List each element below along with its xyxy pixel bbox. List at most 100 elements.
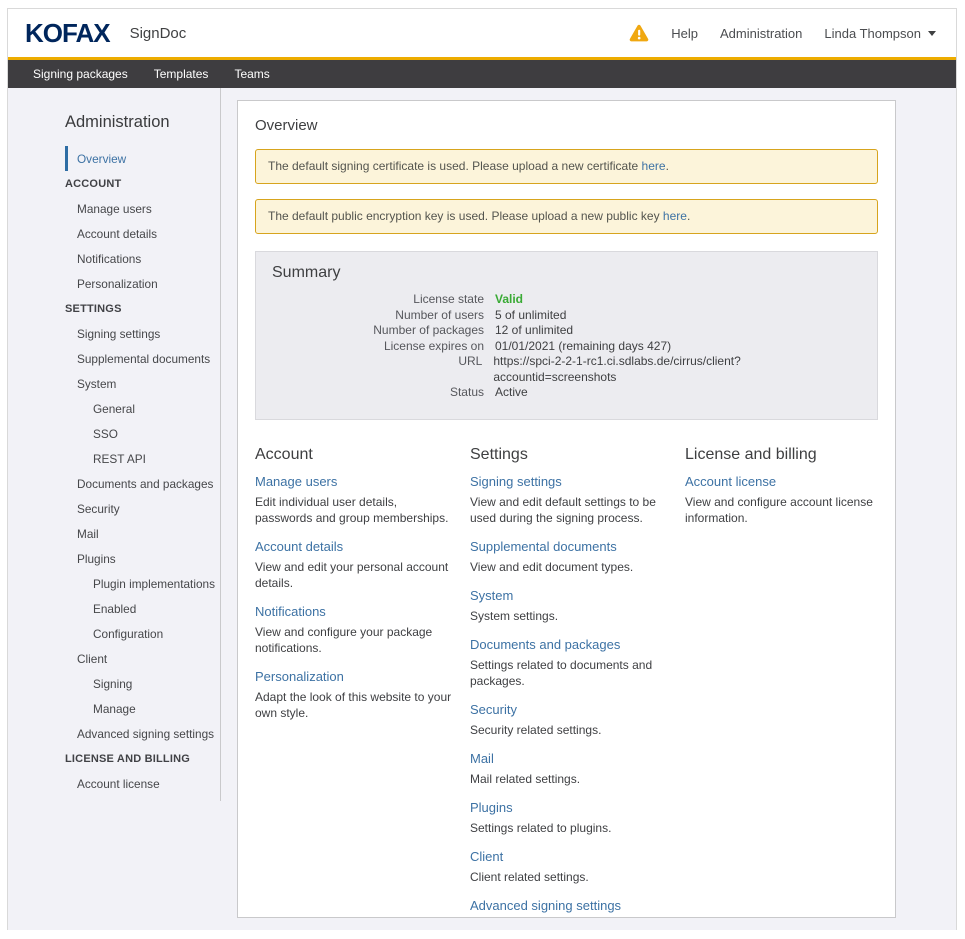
summary-row-number-of-users: Number of users 5 of unlimited xyxy=(272,308,861,324)
link-personalization[interactable]: Personalization xyxy=(255,669,344,684)
nav-item-signing-packages[interactable]: Signing packages xyxy=(20,60,141,88)
sidebar-item-account-license[interactable]: Account license xyxy=(8,771,220,796)
summary-row-license-expires-on: License expires on 01/01/2021 (remaining … xyxy=(272,339,861,355)
sidebar-item-manage[interactable]: Manage xyxy=(8,696,220,721)
link-description: Client related settings. xyxy=(470,869,667,885)
sidebar-item-account-details[interactable]: Account details xyxy=(8,221,220,246)
column-settings: SettingsSigning settingsView and edit de… xyxy=(470,446,667,919)
alert-here-link[interactable]: here xyxy=(642,159,666,173)
sidebar-item-signing[interactable]: Signing xyxy=(8,671,220,696)
link-description: System settings. xyxy=(470,608,667,624)
link-account-license[interactable]: Account license xyxy=(685,474,776,489)
summary-value: 01/01/2021 (remaining days 427) xyxy=(495,339,671,355)
sidebar-item-rest-api[interactable]: REST API xyxy=(8,446,220,471)
page-title: Overview xyxy=(255,117,878,134)
alert-text-suffix: . xyxy=(687,209,690,223)
chevron-down-icon xyxy=(928,31,936,36)
alert-text: The default public encryption key is use… xyxy=(268,209,663,223)
column-title: License and billing xyxy=(685,446,878,464)
link-security[interactable]: Security xyxy=(470,702,517,717)
link-description: Edit individual user details, passwords … xyxy=(255,494,452,526)
link-notifications[interactable]: Notifications xyxy=(255,604,326,619)
nav-item-templates[interactable]: Templates xyxy=(141,60,222,88)
administration-link[interactable]: Administration xyxy=(720,26,802,41)
alert-text-suffix: . xyxy=(666,159,669,173)
sidebar-item-general[interactable]: General xyxy=(8,396,220,421)
page-body: Administration OverviewACCOUNTManage use… xyxy=(8,88,956,930)
link-description: View and edit default settings to be use… xyxy=(470,494,667,526)
link-description: View and configure account license infor… xyxy=(685,494,878,526)
link-client[interactable]: Client xyxy=(470,849,503,864)
alert-text: The default signing certificate is used.… xyxy=(268,159,642,173)
sidebar-item-mail[interactable]: Mail xyxy=(8,521,220,546)
link-advanced-signing-settings[interactable]: Advanced signing settings xyxy=(470,898,621,913)
link-description: Security related settings. xyxy=(470,722,667,738)
sidebar-section-account: ACCOUNT xyxy=(8,171,220,196)
alert-here-link[interactable]: here xyxy=(663,209,687,223)
alert-banner-2: The default public encryption key is use… xyxy=(255,199,878,234)
link-description: Settings related to documents and packag… xyxy=(470,657,667,689)
link-manage-users[interactable]: Manage users xyxy=(255,474,337,489)
sidebar-item-enabled[interactable]: Enabled xyxy=(8,596,220,621)
sidebar-item-plugins[interactable]: Plugins xyxy=(8,546,220,571)
link-documents-and-packages[interactable]: Documents and packages xyxy=(470,637,620,652)
link-account-details[interactable]: Account details xyxy=(255,539,343,554)
sidebar-item-signing-settings[interactable]: Signing settings xyxy=(8,321,220,346)
link-mail[interactable]: Mail xyxy=(470,751,494,766)
link-description: Settings related to plugins. xyxy=(470,820,667,836)
header-actions: Help Administration Linda Thompson xyxy=(629,24,936,42)
sidebar-item-security[interactable]: Security xyxy=(8,496,220,521)
sidebar-item-client[interactable]: Client xyxy=(8,646,220,671)
app-title: SignDoc xyxy=(130,25,187,42)
top-header: KOFAX SignDoc Help Administration Linda … xyxy=(8,9,956,57)
sidebar-item-sso[interactable]: SSO xyxy=(8,421,220,446)
nav-item-teams[interactable]: Teams xyxy=(221,60,282,88)
quick-links-columns: Account Manage users Edit individual user … xyxy=(255,446,878,919)
summary-value: 12 of unlimited xyxy=(495,323,573,339)
summary-value: 5 of unlimited xyxy=(495,308,566,324)
sidebar-item-system[interactable]: System xyxy=(8,371,220,396)
link-system[interactable]: System xyxy=(470,588,513,603)
summary-label: URL xyxy=(272,354,482,385)
summary-row-license-state: License state Valid xyxy=(272,292,861,308)
kofax-logo[interactable]: KOFAX xyxy=(25,18,110,49)
summary-label: Number of users xyxy=(272,308,484,324)
link-signing-settings[interactable]: Signing settings xyxy=(470,474,562,489)
column-account: Account Manage users Edit individual user … xyxy=(255,446,452,919)
warning-triangle-icon[interactable] xyxy=(629,24,649,42)
summary-label: Number of packages xyxy=(272,323,484,339)
summary-rows: License state Valid Number of users 5 of un… xyxy=(272,292,861,401)
summary-label: Status xyxy=(272,385,484,401)
summary-label: License expires on xyxy=(272,339,484,355)
summary-value: Active xyxy=(495,385,528,401)
sidebar-section-license-and-billing: LICENSE AND BILLING xyxy=(8,746,220,771)
sidebar-item-manage-users[interactable]: Manage users xyxy=(8,196,220,221)
summary-label: License state xyxy=(272,292,484,308)
user-menu[interactable]: Linda Thompson xyxy=(824,26,936,41)
summary-value: https://spci-2-2-1-rc1.ci.sdlabs.de/cirr… xyxy=(493,354,861,385)
summary-row-url: URL https://spci-2-2-1-rc1.ci.sdlabs.de/c… xyxy=(272,354,861,385)
sidebar-item-personalization[interactable]: Personalization xyxy=(8,271,220,296)
sidebar-item-documents-and-packages[interactable]: Documents and packages xyxy=(8,471,220,496)
link-description: View and edit document types. xyxy=(470,559,667,575)
sidebar-item-advanced-signing-settings[interactable]: Advanced signing settings xyxy=(8,721,220,746)
summary-title: Summary xyxy=(272,264,861,282)
link-supplemental-documents[interactable]: Supplemental documents xyxy=(470,539,617,554)
summary-row-status: Status Active xyxy=(272,385,861,401)
help-link[interactable]: Help xyxy=(671,26,698,41)
sidebar-item-overview[interactable]: Overview xyxy=(65,146,220,171)
sidebar-item-plugin-implementations[interactable]: Plugin implementations xyxy=(8,571,220,596)
admin-sidebar: Administration OverviewACCOUNTManage use… xyxy=(8,88,221,801)
app-window: KOFAX SignDoc Help Administration Linda … xyxy=(7,8,957,930)
alert-banner-1: The default signing certificate is used.… xyxy=(255,149,878,184)
sidebar-item-supplemental-documents[interactable]: Supplemental documents xyxy=(8,346,220,371)
sidebar-item-configuration[interactable]: Configuration xyxy=(8,621,220,646)
sidebar-section-settings: SETTINGS xyxy=(8,296,220,321)
link-description: Advanced settings related to the signing… xyxy=(470,918,667,919)
link-plugins[interactable]: Plugins xyxy=(470,800,513,815)
column-title: Account xyxy=(255,446,452,464)
summary-value: Valid xyxy=(495,292,523,308)
sidebar-item-notifications[interactable]: Notifications xyxy=(8,246,220,271)
link-description: Adapt the look of this website to your o… xyxy=(255,689,452,721)
alerts-area: The default signing certificate is used.… xyxy=(255,149,878,234)
